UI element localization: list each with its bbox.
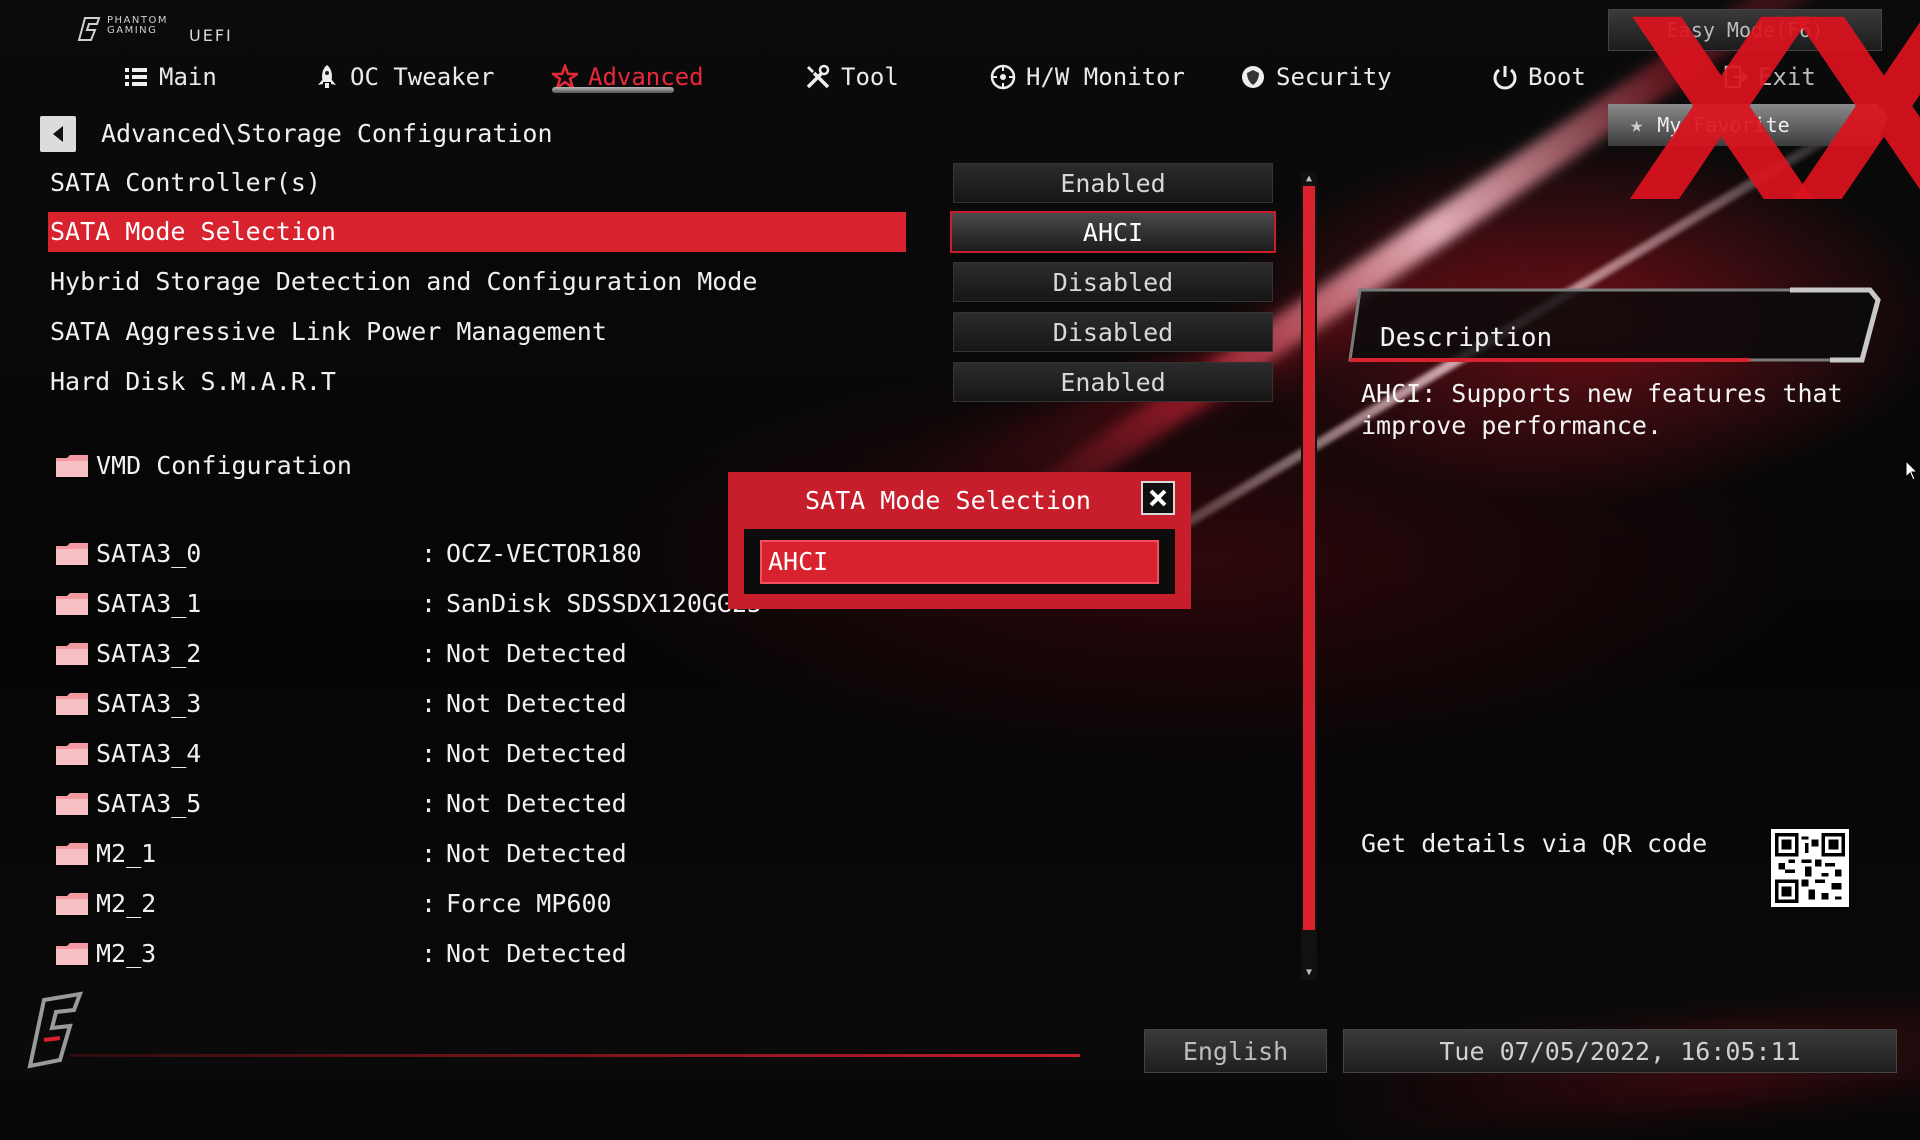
device-separator: :	[421, 739, 437, 768]
tab-label: Main	[159, 63, 217, 91]
device-name[interactable]: SATA3_2	[96, 634, 201, 674]
list-icon	[125, 68, 147, 86]
folder-icon	[55, 742, 89, 766]
tab-oc-tweaker[interactable]: OC Tweaker	[314, 55, 495, 99]
tab-security[interactable]: Security	[1240, 55, 1392, 99]
device-value: OCZ-VECTOR180	[446, 539, 642, 568]
breadcrumb: Advanced\Storage Configuration	[101, 119, 553, 148]
setting-label-sata-controllers[interactable]: SATA Controller(s)	[50, 163, 321, 203]
brand-logo: PHANTOM GAMING UEFI	[75, 14, 245, 48]
setting-label-hybrid-storage[interactable]: Hybrid Storage Detection and Configurati…	[50, 262, 757, 302]
device-name[interactable]: SATA3_0	[96, 534, 201, 574]
folder-icon	[55, 842, 89, 866]
scroll-up-icon[interactable]: ▲	[1301, 172, 1317, 186]
popup-option-ahci[interactable]: AHCI	[760, 540, 1159, 584]
device-value: Not Detected	[446, 739, 627, 768]
device-name[interactable]: SATA3_3	[96, 684, 201, 724]
device-value: Not Detected	[446, 839, 627, 868]
device-separator: :	[421, 589, 437, 618]
device-separator: :	[421, 889, 437, 918]
tab-label: OC Tweaker	[350, 63, 495, 91]
qr-code-icon	[1775, 833, 1845, 903]
device-name[interactable]: M2_1	[96, 834, 156, 874]
tab-label: H/W Monitor	[1026, 63, 1185, 91]
setting-value-sata-mode[interactable]: AHCI	[950, 211, 1276, 253]
scrollbar[interactable]: ▲ ▼	[1301, 172, 1317, 980]
device-name[interactable]: M2_2	[96, 884, 156, 924]
folder-icon	[55, 592, 89, 616]
device-value: Not Detected	[446, 939, 627, 968]
device-value: Not Detected	[446, 689, 627, 718]
submenu-vmd-configuration[interactable]: VMD Configuration	[96, 446, 352, 486]
device-name[interactable]: SATA3_1	[96, 584, 201, 624]
sata-mode-popup: SATA Mode Selection AHCI	[728, 472, 1191, 609]
close-icon	[1149, 489, 1167, 507]
device-name[interactable]: M2_3	[96, 934, 156, 974]
device-separator: :	[421, 939, 437, 968]
tab-hw-monitor[interactable]: H/W Monitor	[990, 55, 1185, 99]
folder-icon	[55, 942, 89, 966]
folder-icon	[55, 692, 89, 716]
watermark-logo: XX	[1625, 0, 1920, 258]
setting-label-smart[interactable]: Hard Disk S.M.A.R.T	[50, 362, 336, 402]
device-separator: :	[421, 539, 437, 568]
back-arrow-icon	[53, 126, 63, 142]
tools-icon	[806, 64, 830, 89]
device-separator: :	[421, 689, 437, 718]
folder-icon	[55, 454, 89, 478]
setting-value-link-power[interactable]: Disabled	[953, 312, 1273, 352]
brand-uefi-text: UEFI	[189, 26, 233, 45]
popup-title: SATA Mode Selection	[805, 486, 1091, 515]
scrollbar-thumb[interactable]	[1303, 186, 1315, 930]
folder-icon	[55, 792, 89, 816]
qr-code	[1771, 829, 1849, 907]
scroll-down-icon[interactable]: ▼	[1301, 966, 1317, 980]
setting-label-link-power[interactable]: SATA Aggressive Link Power Management	[50, 312, 607, 352]
device-value: SanDisk SDSSDX120GG25	[446, 589, 763, 618]
back-button[interactable]	[40, 116, 76, 152]
popup-close-button[interactable]	[1141, 481, 1175, 515]
rocket-icon	[318, 65, 336, 88]
description-title: Description	[1380, 323, 1553, 353]
description-text: AHCI: Supports new features that improve…	[1361, 379, 1843, 440]
monitor-icon	[990, 64, 1016, 90]
tab-boot[interactable]: Boot	[1492, 55, 1586, 99]
bottom-accent-line	[70, 1054, 1080, 1057]
qr-code-label: Get details via QR code	[1361, 829, 1708, 858]
device-name[interactable]: SATA3_5	[96, 784, 201, 824]
shield-icon	[1242, 66, 1264, 88]
setting-value-sata-controllers[interactable]: Enabled	[953, 163, 1273, 203]
device-value: Force MP600	[446, 889, 612, 918]
power-icon	[1493, 66, 1517, 90]
language-button[interactable]: English	[1144, 1029, 1327, 1073]
date-time-display: Tue 07/05/2022, 16:05:11	[1343, 1029, 1897, 1073]
folder-icon	[55, 642, 89, 666]
folder-icon	[55, 542, 89, 566]
tab-label: Security	[1276, 63, 1392, 91]
mouse-cursor-icon	[1905, 460, 1919, 481]
device-name[interactable]: SATA3_4	[96, 734, 201, 774]
brand-top-text: PHANTOM GAMING	[107, 15, 168, 36]
tab-label: Tool	[841, 63, 899, 91]
active-tab-indicator	[552, 87, 674, 93]
device-value: Not Detected	[446, 639, 627, 668]
setting-value-smart[interactable]: Enabled	[953, 362, 1273, 402]
phantom-gaming-logo-icon	[77, 17, 101, 41]
tab-tool[interactable]: Tool	[805, 55, 899, 99]
setting-label-sata-mode[interactable]: SATA Mode Selection	[50, 212, 336, 252]
folder-icon	[55, 892, 89, 916]
device-separator: :	[421, 839, 437, 868]
tab-label: Boot	[1528, 63, 1586, 91]
device-separator: :	[421, 639, 437, 668]
device-value: Not Detected	[446, 789, 627, 818]
tab-main[interactable]: Main	[123, 55, 217, 99]
setting-value-hybrid-storage[interactable]: Disabled	[953, 262, 1273, 302]
device-separator: :	[421, 789, 437, 818]
phantom-gaming-bottom-logo-icon	[27, 991, 84, 1069]
